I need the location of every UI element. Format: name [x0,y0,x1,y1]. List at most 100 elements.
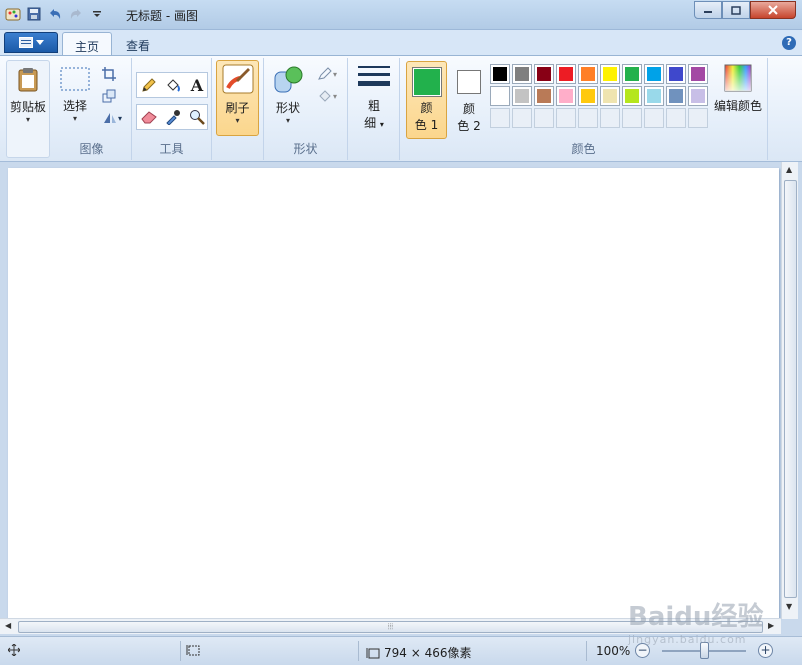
rainbow-palette-icon [724,64,752,92]
palette-swatch[interactable] [644,64,664,84]
pencil-icon [142,78,156,92]
crop-button[interactable] [98,64,120,84]
palette-swatch-fill [669,89,683,103]
chevron-down-icon: ▾ [285,116,290,125]
cursor-position-indicator [8,644,20,656]
palette-swatch[interactable] [512,64,532,84]
select-button[interactable]: 选择 ▾ [58,66,92,123]
undo-icon[interactable] [46,5,64,23]
redo-icon[interactable] [67,5,85,23]
brushes-button[interactable]: 刷子 ▾ [216,60,259,136]
palette-swatch[interactable] [534,86,554,106]
chevron-down-icon: ▾ [235,116,240,125]
rotate-icon [103,113,116,123]
palette-swatch-empty[interactable] [556,108,576,128]
vertical-scrollbar[interactable]: ▲ ▼ [781,162,798,619]
palette-swatch-fill [647,67,661,81]
save-icon[interactable] [25,5,43,23]
palette-swatch-empty[interactable] [534,108,554,128]
palette-swatch[interactable] [578,86,598,106]
palette-swatch-empty[interactable] [644,108,664,128]
palette-swatch[interactable] [534,64,554,84]
paint-bucket-icon [167,79,180,92]
eraser-button[interactable] [138,107,160,127]
paste-button[interactable]: 剪贴板 ▾ [6,60,50,158]
scroll-down-icon[interactable]: ▼ [786,602,792,611]
palette-swatch[interactable] [644,86,664,106]
image-group: 选择 ▾ ▾ 图像 [52,58,132,160]
palette-swatch[interactable] [578,64,598,84]
scroll-grip-icon: ⦙⦙⦙ [387,622,394,631]
palette-swatch[interactable] [688,64,708,84]
text-button[interactable]: A [186,75,208,95]
palette-swatch[interactable] [490,64,510,84]
shapes-button[interactable]: 形状 ▾ [270,64,306,125]
size-group: 粗 细 ▾ [348,58,400,160]
paint-app-icon[interactable] [4,5,22,23]
magnifier-button[interactable] [186,107,208,127]
drawing-canvas[interactable] [8,168,779,619]
palette-swatch-empty[interactable] [622,108,642,128]
palette-swatch[interactable] [600,64,620,84]
scroll-right-icon[interactable]: ▶ [768,621,774,630]
canvas-size-text: 794 × 466像素 [384,646,472,660]
palette-swatch[interactable] [512,86,532,106]
size-label-line1: 粗 [367,99,380,113]
color2-swatch [457,70,481,94]
resize-button[interactable] [98,86,120,106]
size-button[interactable]: 粗 细 ▾ [354,64,394,131]
color1-label-line2: 色 1 [414,118,439,132]
chevron-down-icon: ▾ [72,114,77,123]
palette-swatch-empty[interactable] [688,108,708,128]
color1-swatch [411,67,442,97]
palette-swatch-fill [691,67,705,81]
maximize-button[interactable] [722,1,750,19]
fill-button[interactable] [162,75,184,95]
palette-swatch[interactable] [556,86,576,106]
palette-swatch[interactable] [622,86,642,106]
close-button[interactable] [750,1,796,19]
clipboard-icon [18,68,38,92]
tools-group-label: 工具 [159,142,184,156]
brushes-label: 刷子 [225,101,250,115]
palette-swatch[interactable] [666,86,686,106]
color2-button[interactable]: 颜 色 2 [450,61,488,139]
color2-fill [459,72,479,92]
palette-swatch[interactable] [556,64,576,84]
palette-swatch-empty[interactable] [666,108,686,128]
palette-swatch-empty[interactable] [512,108,532,128]
rotate-button[interactable]: ▾ [98,108,126,128]
palette-swatch[interactable] [600,86,620,106]
palette-swatch[interactable] [490,86,510,106]
ribbon-tab-row: 主页 查看 ? [0,30,802,56]
edit-colors-button[interactable]: 编辑颜色 [710,64,766,114]
palette-swatch-empty[interactable] [578,108,598,128]
help-icon[interactable]: ? [782,36,796,50]
palette-swatch-empty[interactable] [600,108,620,128]
palette-swatch-fill [647,89,661,103]
color1-button[interactable]: 颜 色 1 [406,61,447,139]
palette-swatch-empty[interactable] [490,108,510,128]
chevron-down-icon: ▾ [332,69,337,79]
scroll-left-icon[interactable]: ◀ [5,621,11,630]
minimize-button[interactable] [694,1,722,19]
shape-fill-button[interactable]: ▾ [312,86,342,106]
customize-qat-dropdown-icon[interactable] [88,5,106,23]
palette-swatch-fill [537,89,551,103]
line-thickness-icon [358,66,390,86]
palette-swatch[interactable] [688,86,708,106]
pencil-button[interactable] [138,75,160,95]
size-label-line2: 细 [364,116,377,130]
chevron-down-icon: ▾ [379,120,384,129]
palette-swatch[interactable] [666,64,686,84]
palette-swatch[interactable] [622,64,642,84]
outline-button[interactable]: ▾ [312,64,342,84]
scroll-up-icon[interactable]: ▲ [786,165,792,174]
vertical-scroll-thumb[interactable] [784,180,797,598]
clipboard-group: 剪贴板 ▾ [6,58,50,160]
paint-menu-button[interactable] [4,32,58,53]
color-picker-button[interactable] [162,107,184,127]
tab-view[interactable]: 查看 [114,32,162,56]
tab-home[interactable]: 主页 [62,32,113,56]
status-separator [358,641,359,661]
